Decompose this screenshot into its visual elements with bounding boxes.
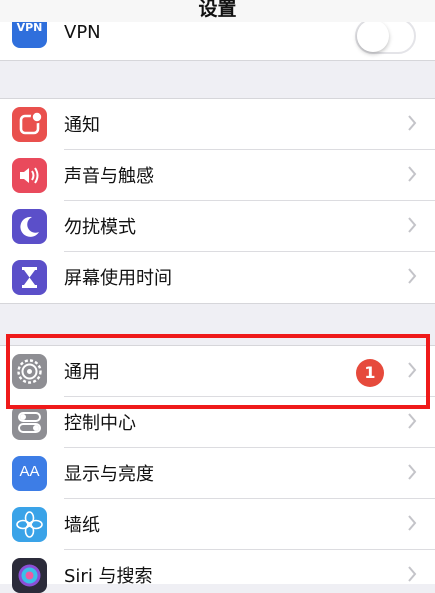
settings-row-screen-time[interactable]: 屏幕使用时间 — [0, 252, 435, 303]
display-brightness-icon: AA — [12, 456, 47, 491]
vpn-icon-text: VPN — [16, 21, 43, 34]
siri-icon — [12, 558, 47, 593]
row-label: 屏幕使用时间 — [64, 268, 172, 289]
row-label: 控制中心 — [64, 413, 136, 434]
row-label: 通知 — [64, 115, 100, 136]
sounds-icon — [12, 158, 47, 193]
chevron-right-icon — [408, 464, 417, 480]
chevron-right-icon — [408, 217, 417, 233]
notifications-icon — [12, 107, 47, 142]
vpn-label: VPN — [64, 22, 101, 43]
toggle-knob — [357, 20, 389, 52]
row-label: 显示与亮度 — [64, 464, 154, 485]
settings-row-siri[interactable]: Siri 与搜索 — [0, 550, 435, 593]
chevron-right-icon — [408, 166, 417, 182]
navigation-bar: 设置 — [0, 0, 435, 22]
settings-row-sounds[interactable]: 声音与触感 — [0, 150, 435, 201]
settings-row-wallpaper[interactable]: 墙纸 — [0, 499, 435, 550]
vpn-toggle[interactable] — [355, 18, 416, 54]
page-title: 设置 — [198, 0, 237, 20]
highlight-box — [6, 334, 430, 409]
section-gap — [0, 61, 435, 98]
settings-row-notifications[interactable]: 通知 — [0, 99, 435, 150]
row-label: Siri 与搜索 — [64, 566, 153, 587]
wallpaper-icon — [12, 507, 47, 542]
control-center-icon — [12, 405, 47, 440]
row-label: 声音与触感 — [64, 166, 154, 187]
screen-time-icon — [12, 260, 47, 295]
chevron-right-icon — [408, 413, 417, 429]
do-not-disturb-icon — [12, 209, 47, 244]
row-label: 墙纸 — [64, 515, 100, 536]
chevron-right-icon — [408, 115, 417, 131]
display-icon-text: AA — [19, 463, 40, 480]
settings-row-do-not-disturb[interactable]: 勿扰模式 — [0, 201, 435, 252]
chevron-right-icon — [408, 515, 417, 531]
settings-row-display-brightness[interactable]: AA 显示与亮度 — [0, 448, 435, 499]
row-label: 勿扰模式 — [64, 217, 136, 238]
chevron-right-icon — [408, 268, 417, 284]
chevron-right-icon — [408, 566, 417, 582]
